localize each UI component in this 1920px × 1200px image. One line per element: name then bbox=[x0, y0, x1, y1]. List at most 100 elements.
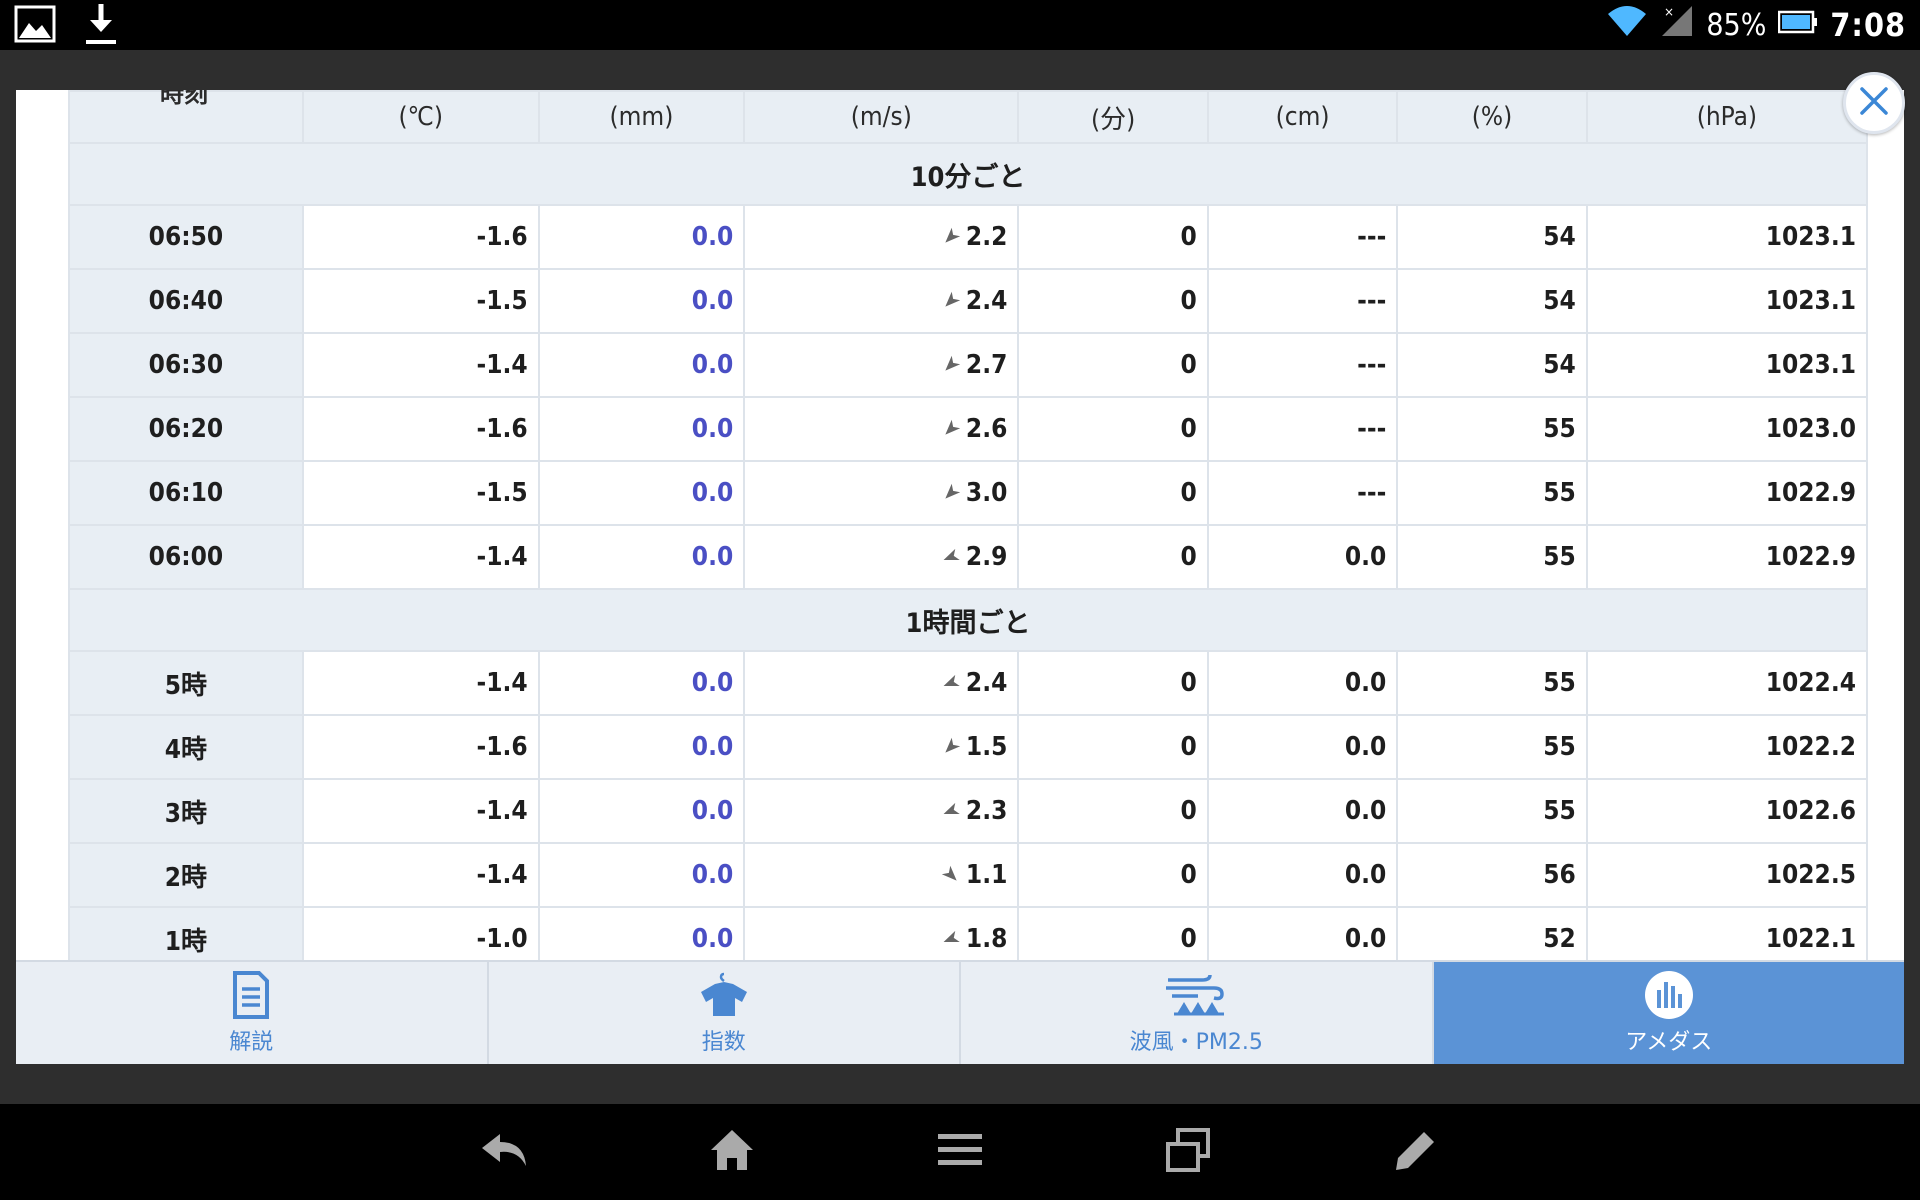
wind-direction-arrow-icon bbox=[942, 737, 961, 756]
back-icon bbox=[480, 1130, 528, 1174]
table-row: 06:30 -1.4 0.0 2.7 0 --- 54 1023.1 bbox=[68, 332, 1868, 398]
wind-cell: 2.4 bbox=[743, 268, 1020, 334]
wind-direction-arrow-icon bbox=[942, 548, 960, 566]
tab-index[interactable]: 指数 bbox=[489, 962, 961, 1064]
recent-apps-icon bbox=[1166, 1128, 1210, 1176]
pressure-cell: 1022.4 bbox=[1585, 650, 1868, 716]
header-time: 時刻 bbox=[68, 90, 304, 144]
wind-direction-arrow-icon bbox=[942, 291, 961, 310]
menu-button[interactable] bbox=[935, 1127, 985, 1177]
sunshine-cell: 0 bbox=[1017, 396, 1209, 462]
home-icon bbox=[709, 1128, 755, 1176]
document-icon bbox=[231, 970, 271, 1020]
humidity-cell: 55 bbox=[1396, 714, 1588, 780]
close-button[interactable] bbox=[1843, 72, 1905, 134]
tab-label: 解説 bbox=[229, 1030, 274, 1055]
humidity-cell: 54 bbox=[1396, 268, 1588, 334]
system-navigation-bar bbox=[0, 1104, 1920, 1200]
sunshine-cell: 0 bbox=[1017, 524, 1209, 590]
close-icon bbox=[1857, 84, 1891, 122]
temperature-cell: -1.0 bbox=[301, 906, 540, 960]
amedas-data-sheet[interactable]: 時刻 (℃) (mm) (m/s) (分) (cm) (%) (hPa) 10分… bbox=[16, 90, 1904, 1063]
table-row: 5時 -1.4 0.0 2.4 0 0.0 55 1022.4 bbox=[68, 650, 1868, 716]
snow-depth-cell: 0.0 bbox=[1206, 650, 1399, 716]
time-cell: 2時 bbox=[68, 842, 304, 908]
time-cell: 06:40 bbox=[68, 268, 304, 334]
time-cell: 06:30 bbox=[68, 332, 304, 398]
tab-commentary[interactable]: 解説 bbox=[16, 962, 489, 1064]
wifi-icon bbox=[1606, 4, 1648, 46]
wind-speed-value: 2.4 bbox=[965, 667, 1008, 698]
wind-speed-value: 1.8 bbox=[965, 923, 1008, 954]
wind-speed-value: 2.6 bbox=[965, 413, 1008, 444]
status-bar: × 85% 7:08 bbox=[0, 0, 1920, 50]
table-row: 2時 -1.4 0.0 1.1 0 0.0 56 1022.5 bbox=[68, 842, 1868, 908]
pencil-icon bbox=[1394, 1128, 1438, 1176]
table-row: 4時 -1.6 0.0 1.5 0 0.0 55 1022.2 bbox=[68, 714, 1868, 780]
snow-depth-cell: 0.0 bbox=[1206, 524, 1399, 590]
wind-direction-arrow-icon bbox=[942, 419, 961, 438]
battery-icon bbox=[1778, 8, 1818, 43]
sunshine-cell: 0 bbox=[1017, 268, 1209, 334]
table-row: 3時 -1.4 0.0 2.3 0 0.0 55 1022.6 bbox=[68, 778, 1868, 844]
humidity-cell: 55 bbox=[1396, 460, 1588, 526]
home-button[interactable] bbox=[707, 1127, 757, 1177]
download-notification-icon bbox=[84, 2, 118, 50]
wind-cell: 2.2 bbox=[743, 204, 1020, 270]
snow-depth-cell: --- bbox=[1206, 268, 1399, 334]
back-button[interactable] bbox=[479, 1127, 529, 1177]
pressure-cell: 1022.9 bbox=[1585, 524, 1868, 590]
table-row: 06:50 -1.6 0.0 2.2 0 --- 54 1023.1 bbox=[68, 204, 1868, 270]
recent-apps-button[interactable] bbox=[1163, 1127, 1213, 1177]
tab-wind-wave-pm25[interactable]: 波風・PM2.5 bbox=[961, 962, 1434, 1064]
precipitation-cell: 0.0 bbox=[537, 650, 746, 716]
precipitation-cell: 0.0 bbox=[537, 204, 746, 270]
pressure-cell: 1023.1 bbox=[1585, 332, 1868, 398]
precipitation-cell: 0.0 bbox=[537, 268, 746, 334]
snow-depth-cell: --- bbox=[1206, 396, 1399, 462]
snow-depth-cell: --- bbox=[1206, 204, 1399, 270]
shirt-icon bbox=[699, 970, 749, 1020]
snow-depth-cell: 0.0 bbox=[1206, 714, 1399, 780]
wind-direction-arrow-icon bbox=[942, 930, 960, 948]
tab-amedas[interactable]: アメダス bbox=[1433, 962, 1904, 1064]
pressure-cell: 1022.6 bbox=[1585, 778, 1868, 844]
header-unit-precip: (mm) bbox=[537, 90, 746, 144]
pressure-cell: 1023.1 bbox=[1585, 204, 1868, 270]
time-cell: 06:10 bbox=[68, 460, 304, 526]
bar-chart-icon bbox=[1644, 970, 1694, 1020]
humidity-cell: 56 bbox=[1396, 842, 1588, 908]
time-cell: 3時 bbox=[68, 778, 304, 844]
snow-depth-cell: 0.0 bbox=[1206, 906, 1399, 960]
clock: 7:08 bbox=[1830, 6, 1906, 44]
edit-button[interactable] bbox=[1391, 1127, 1441, 1177]
wind-speed-value: 2.3 bbox=[965, 795, 1008, 826]
wind-direction-arrow-icon bbox=[942, 802, 960, 820]
humidity-cell: 55 bbox=[1396, 778, 1588, 844]
precipitation-cell: 0.0 bbox=[537, 778, 746, 844]
wind-speed-value: 1.1 bbox=[965, 859, 1008, 890]
tab-label: 波風・PM2.5 bbox=[1129, 1030, 1263, 1055]
wind-cell: 1.8 bbox=[743, 906, 1020, 960]
pressure-cell: 1022.9 bbox=[1585, 460, 1868, 526]
precipitation-cell: 0.0 bbox=[537, 842, 746, 908]
temperature-cell: -1.4 bbox=[301, 524, 540, 590]
tab-label: アメダス bbox=[1625, 1030, 1713, 1055]
header-unit-sunshine: (分) bbox=[1017, 90, 1209, 144]
wind-speed-value: 2.2 bbox=[965, 221, 1008, 252]
tab-label: 指数 bbox=[701, 1030, 746, 1055]
wind-direction-arrow-icon bbox=[942, 355, 961, 374]
temperature-cell: -1.5 bbox=[301, 460, 540, 526]
section-title: 1時間ごと bbox=[68, 588, 1868, 652]
wind-cell: 2.6 bbox=[743, 396, 1020, 462]
temperature-cell: -1.4 bbox=[301, 778, 540, 844]
sunshine-cell: 0 bbox=[1017, 204, 1209, 270]
amedas-table-scroll[interactable]: 時刻 (℃) (mm) (m/s) (分) (cm) (%) (hPa) 10分… bbox=[68, 90, 1868, 960]
humidity-cell: 52 bbox=[1396, 906, 1588, 960]
precipitation-cell: 0.0 bbox=[537, 524, 746, 590]
sunshine-cell: 0 bbox=[1017, 906, 1209, 960]
snow-depth-cell: --- bbox=[1206, 460, 1399, 526]
sunshine-cell: 0 bbox=[1017, 460, 1209, 526]
table-row: 1時 -1.0 0.0 1.8 0 0.0 52 1022.1 bbox=[68, 906, 1868, 960]
precipitation-cell: 0.0 bbox=[537, 906, 746, 960]
